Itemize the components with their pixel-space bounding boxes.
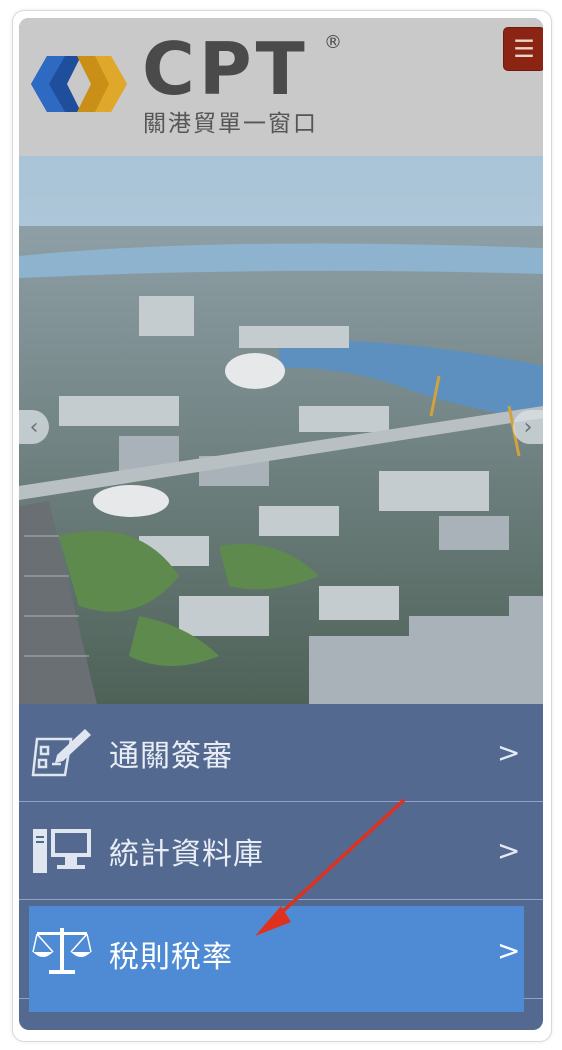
harbor-aerial-photo: [19, 156, 543, 704]
site-header: CPT ® 關港貿單一窗口 ☰: [19, 18, 543, 156]
menu-item-label: 通關簽審: [109, 738, 233, 774]
menu-item-label: 稅則稅率: [109, 940, 233, 975]
registered-mark: ®: [324, 32, 342, 53]
chevron-left-icon: ‹: [29, 414, 39, 440]
menu-item-customs-clearance[interactable]: 通關簽審 >: [19, 704, 543, 802]
form-pen-icon: [31, 728, 91, 776]
chevron-right-icon: >: [497, 834, 521, 867]
hamburger-icon: ☰: [513, 35, 535, 63]
chevron-right-icon: ›: [523, 414, 533, 440]
menu-item-label: 統計資料庫: [109, 836, 264, 872]
highlight-box: [29, 906, 524, 1012]
logo-subtitle: 關港貿單一窗口: [143, 111, 318, 137]
menu-item-statistics-database[interactable]: 統計資料庫 >: [19, 802, 543, 900]
cpt-logo-icon[interactable]: [19, 36, 131, 132]
chevron-right-icon: >: [497, 736, 521, 769]
computer-icon: [33, 828, 91, 873]
menu-item-partial[interactable]: [19, 1000, 543, 1030]
scales-icon: [32, 928, 92, 974]
hero-carousel: ‹ ›: [19, 156, 543, 704]
menu-item-tariff-rates[interactable]: 稅則稅率 >: [19, 900, 543, 1012]
hamburger-menu-button[interactable]: ☰: [503, 27, 543, 71]
carousel-next-button[interactable]: ›: [513, 410, 543, 444]
logo-wordmark: CPT: [142, 27, 309, 111]
service-menu: 通關簽審 > 統計資料庫 > 稅則稅率 >: [19, 704, 543, 1030]
globe-icon: [31, 1018, 93, 1030]
app-screen: CPT ® 關港貿單一窗口 ☰ ‹ › 通關簽審 > 統計資料庫 > 稅則稅率 …: [19, 18, 543, 1030]
chevron-right-icon: >: [497, 934, 521, 967]
